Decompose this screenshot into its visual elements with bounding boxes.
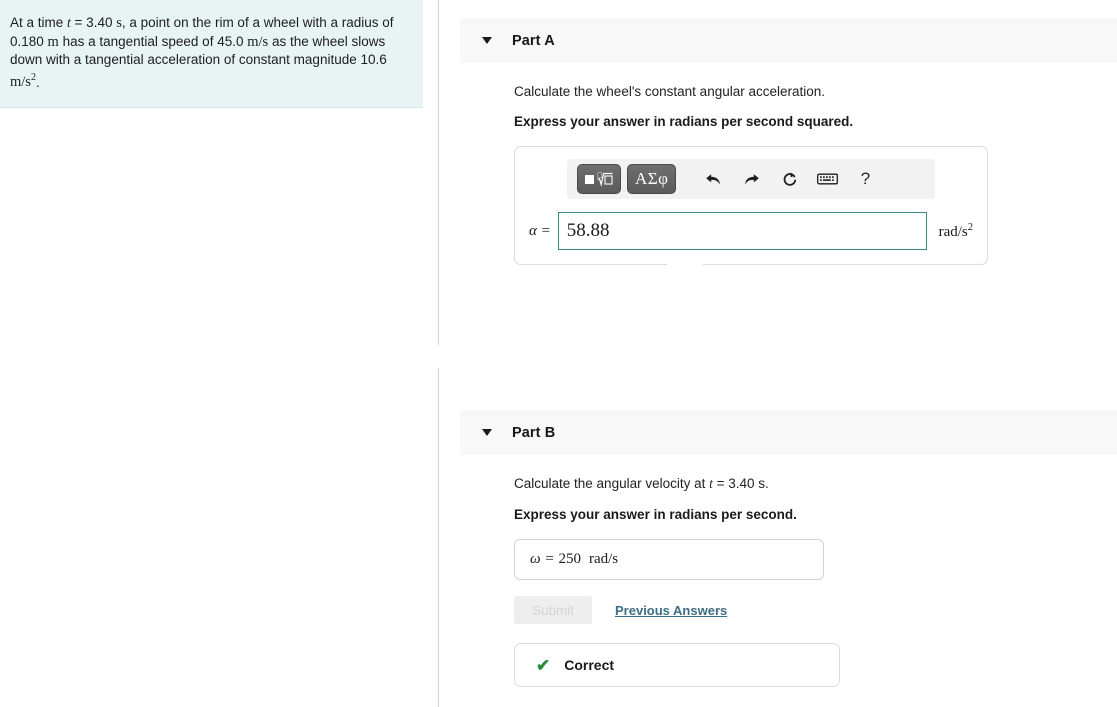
feedback-correct-banner: ✔ Correct [514,643,840,687]
part-b-prompt: Calculate the angular velocity at t = 3.… [514,476,1117,492]
problem-mid-2: has a tangential speed of 45.0 [58,33,248,49]
math-template-button[interactable]: □ [577,164,621,194]
problem-lead: At a time [10,15,68,30]
redo-button[interactable] [734,165,768,193]
part-a-units-exponent: 2 [967,221,973,233]
reset-button[interactable] [772,165,806,193]
part-a-answer-widget: □ ΑΣφ ? α = 58.88 rad/s2 [514,146,988,265]
part-b-units-label: rad/s [588,551,619,567]
chevron-down-icon[interactable] [482,37,492,44]
problem-time-value: = 3.40 [70,15,117,30]
part-a-variable-label: α = [529,222,551,239]
undo-icon [706,173,720,185]
part-a-prompt: Calculate the wheel's constant angular a… [514,84,826,99]
part-a-title: Part A [512,32,555,49]
redo-icon [745,173,759,185]
problem-statement-panel: At a time t = 3.40 s, a point on the rim… [0,0,423,108]
part-a-instruction: Express your answer in radians per secon… [514,114,854,129]
problem-unit-meters: m [47,33,59,50]
problem-statement-text: At a time t = 3.40 s, a point on the rim… [10,14,407,92]
math-toolbar: □ ΑΣφ ? [567,159,935,199]
problem-unit-acceleration: m/s2 [10,73,36,91]
part-b-title: Part B [512,424,556,441]
problem-tail: . [35,74,40,90]
part-b-answer-display[interactable]: ω = 250 rad/s [514,539,824,580]
part-b-variable-label: ω = [530,551,555,567]
chevron-down-icon[interactable] [482,429,492,436]
greek-symbols-button[interactable]: ΑΣφ [627,164,677,194]
part-a-input-row: α = rad/s2 [529,212,973,250]
column-divider-upper [438,0,439,345]
help-button[interactable]: ? [848,165,882,193]
parts-column: Part A Calculate the wheel's constant an… [460,0,1117,707]
refresh-icon [783,171,797,186]
submit-button[interactable]: Submit [514,596,592,624]
part-b-header[interactable]: Part B [460,410,1117,455]
column-divider-lower [438,368,439,707]
part-b-body: Calculate the angular velocity at t = 3.… [460,462,1117,687]
undo-button[interactable] [696,165,730,193]
part-b-prompt-tail: = 3.40 s. [712,476,769,491]
keyboard-icon [817,173,838,185]
math-template-icon: □ [585,171,613,187]
part-b-actions: Submit Previous Answers [514,596,1117,624]
problem-unit-acceleration-base: m/s [10,74,31,91]
keyboard-button[interactable] [810,165,844,193]
part-a-body: Calculate the wheel's constant angular a… [460,70,1117,265]
problem-unit-meters-per-second: m/s [247,33,269,50]
check-icon: ✔ [536,655,551,675]
part-b-prompt-lead: Calculate the angular velocity at [514,476,710,491]
part-a-units-label: rad/s2 [939,222,973,241]
part-a-answer-input[interactable] [557,212,927,250]
help-label: ? [860,169,871,188]
previous-answers-link[interactable]: Previous Answers [615,603,727,618]
part-a-header[interactable]: Part A [460,18,1117,63]
svg-text:□: □ [597,171,603,178]
part-a-units-base: rad/s [938,223,968,240]
part-b-answer-value: 250 [558,551,581,567]
greek-symbols-label: ΑΣφ [635,169,669,188]
part-b-instruction: Express your answer in radians per secon… [514,507,797,522]
feedback-label: Correct [564,657,615,673]
exercise-page: At a time t = 3.40 s, a point on the rim… [0,0,1117,707]
